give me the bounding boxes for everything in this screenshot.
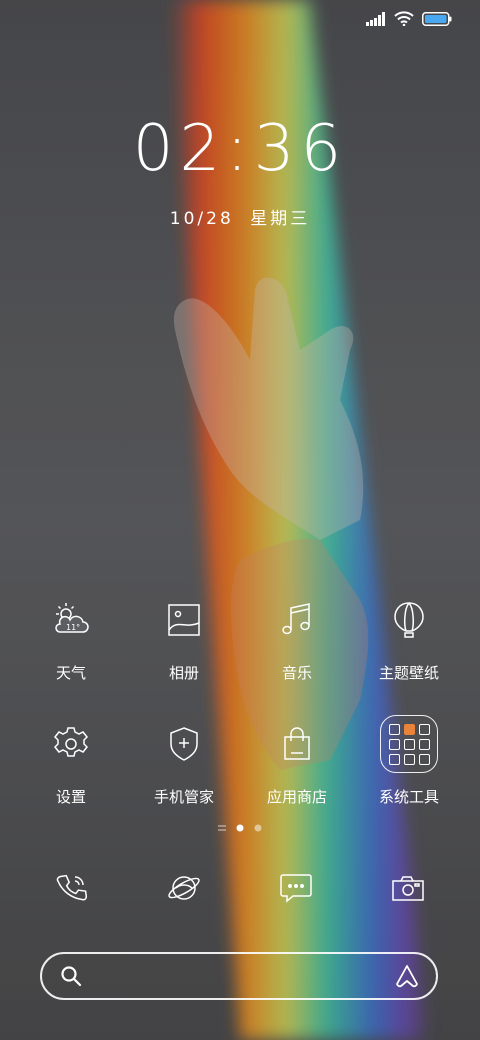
camera-icon [391,873,425,907]
page-indicator[interactable] [0,824,480,832]
messages-icon [279,872,313,908]
app-label: 系统工具 [378,788,439,806]
dock-messages[interactable] [264,862,328,918]
theme-icon [377,588,441,652]
app-label: 相册 [168,664,199,682]
dock-browser[interactable] [152,862,216,918]
status-bar [366,10,452,30]
signal-icon [366,11,386,30]
app-store-icon [265,712,329,776]
app-label: 音乐 [281,664,312,682]
battery-icon [422,11,452,30]
phone-manager-icon [152,712,216,776]
app-settings[interactable]: 设置 [15,712,127,807]
app-store[interactable]: 应用商店 [241,712,353,807]
svg-text:11°: 11° [66,623,80,632]
app-label: 应用商店 [266,788,327,806]
page-dot [254,824,262,832]
app-phone-manager[interactable]: 手机管家 [128,712,240,807]
phone-icon [56,872,88,908]
search-bar[interactable] [40,952,438,1000]
app-gallery[interactable]: 相册 [128,588,240,683]
browser-icon [167,871,201,909]
folder-system-tools[interactable]: 系统工具 [353,712,465,807]
system-tools-folder-icon [377,712,441,776]
app-label: 主题壁纸 [378,664,439,682]
app-label: 手机管家 [153,788,214,806]
app-theme[interactable]: 主题壁纸 [353,588,465,683]
assistant-icon[interactable] [394,964,420,992]
weather-icon: 11° [39,588,103,652]
lock-clock: 02:36 [132,112,348,186]
settings-icon [39,712,103,776]
date-value: 10/28 [169,209,234,229]
date-line: 10/28 星期三 [0,204,480,229]
app-label: 天气 [55,664,86,682]
dock-camera[interactable] [376,862,440,918]
music-icon [265,588,329,652]
dock-phone[interactable] [40,862,104,918]
home-page-indicator-icon [218,825,226,831]
search-icon [60,965,82,991]
search-input[interactable] [96,962,380,992]
app-weather[interactable]: 11° 天气 [15,588,127,683]
gallery-icon [152,588,216,652]
wifi-icon [394,10,414,30]
weekday: 星期三 [250,209,311,229]
app-music[interactable]: 音乐 [241,588,353,683]
page-dot-active [236,824,244,832]
app-label: 设置 [55,788,86,806]
